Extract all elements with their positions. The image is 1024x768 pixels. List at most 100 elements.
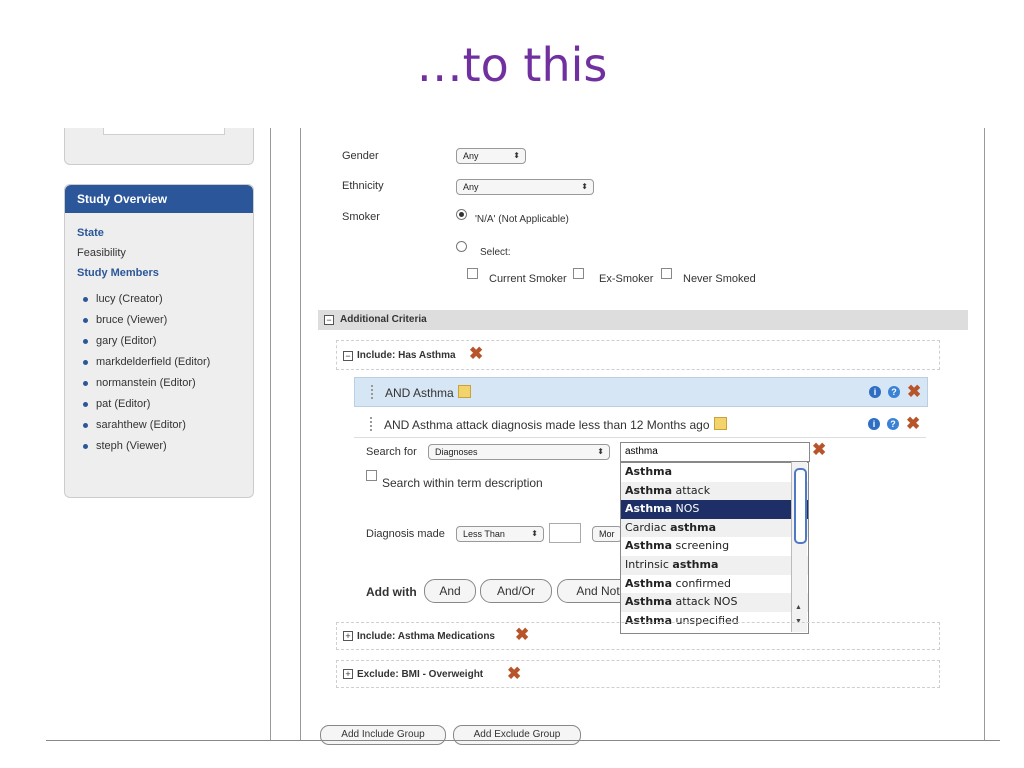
edit-pencil-icon[interactable] <box>457 385 471 398</box>
study-overview-panel: Study Overview State Feasibility Study M… <box>64 184 254 498</box>
member-list-item: bruce (Viewer) <box>77 310 253 331</box>
and-button[interactable]: And <box>424 579 476 603</box>
help-icon[interactable]: ? <box>888 386 900 398</box>
autocomplete-list: Asthma Asthma attack Asthma NOS Cardiac ast… <box>620 462 809 634</box>
option-match: Asthma <box>625 483 673 497</box>
smoker-radio-select[interactable] <box>456 241 467 252</box>
scroll-thumb[interactable] <box>794 468 807 544</box>
bullet-icon <box>83 297 88 302</box>
autocomplete-option[interactable]: Asthma <box>621 463 808 482</box>
autocomplete-option[interactable]: Asthma NOS <box>621 500 808 519</box>
group-header-bmi-overweight: + Exclude: BMI - Overweight ✖ <box>336 660 940 688</box>
info-icon[interactable]: i <box>869 386 881 398</box>
bullet-icon <box>83 360 88 365</box>
add-include-group-button[interactable]: Add Include Group <box>320 725 446 745</box>
edit-pencil-icon[interactable] <box>713 417 727 430</box>
clear-search-icon[interactable]: ✖ <box>812 441 826 458</box>
bullet-icon <box>83 339 88 344</box>
group-title: Include: Has Asthma <box>357 350 456 361</box>
member-list-item: gary (Editor) <box>77 331 253 352</box>
member-list-item: pat (Editor) <box>77 394 253 415</box>
autocomplete-option[interactable]: Asthma screening <box>621 537 808 556</box>
ethnicity-select[interactable]: Any ⬍ <box>456 179 594 195</box>
member-name: sarahthew (Editor) <box>96 419 186 431</box>
remove-group-icon[interactable]: ✖ <box>515 626 529 643</box>
group-title: Exclude: BMI - Overweight <box>357 669 484 680</box>
sidebar-top-panel <box>64 128 254 165</box>
remove-criteria-icon[interactable]: ✖ <box>906 415 920 432</box>
search-description-label: Search within term description <box>382 476 543 490</box>
criteria-row[interactable]: AND Asthma i ? ✖ <box>354 377 928 407</box>
option-match: Asthma <box>625 465 673 478</box>
gender-select[interactable]: Any ⬍ <box>456 148 526 164</box>
diagnosis-amount-input[interactable] <box>549 523 581 543</box>
additional-criteria-title: Additional Criteria <box>340 314 427 325</box>
criteria-text: AND Asthma attack diagnosis made less th… <box>384 417 727 432</box>
info-icon[interactable]: i <box>868 418 880 430</box>
add-exclude-group-button[interactable]: Add Exclude Group <box>453 725 581 745</box>
remove-criteria-icon[interactable]: ✖ <box>907 383 921 400</box>
drag-handle-icon[interactable] <box>370 417 374 431</box>
bullet-icon <box>83 318 88 323</box>
autocomplete-option[interactable]: Asthma attack <box>621 481 808 501</box>
sidebar-link-state[interactable]: State <box>65 223 253 243</box>
group-header-asthma-medications: + Include: Asthma Medications <box>336 622 940 650</box>
criteria-text: AND Asthma <box>385 385 471 400</box>
autocomplete-option[interactable]: Asthma attack NOS <box>621 593 808 612</box>
autocomplete-option[interactable]: Cardiac asthma <box>621 518 808 538</box>
member-name: bruce (Viewer) <box>96 314 168 326</box>
option-suffix: attack NOS <box>672 595 738 609</box>
autocomplete-option[interactable]: Intrinsic asthma <box>621 555 808 575</box>
remove-group-icon[interactable]: ✖ <box>507 665 521 682</box>
group-title: Include: Asthma Medications <box>357 631 495 642</box>
bullet-icon <box>83 402 88 407</box>
search-input[interactable] <box>620 442 810 462</box>
ex-smoker-label: Ex-Smoker <box>599 273 654 285</box>
smoker-option-na: 'N/A' (Not Applicable) <box>475 214 569 225</box>
search-description-checkbox[interactable] <box>366 470 377 481</box>
smoker-radio-na[interactable] <box>456 209 467 220</box>
member-name: steph (Viewer) <box>96 440 167 452</box>
drag-handle-icon[interactable] <box>371 385 375 399</box>
time-unit-select[interactable]: Mor <box>592 526 622 542</box>
expand-icon[interactable]: + <box>343 631 353 641</box>
current-smoker-label: Current Smoker <box>489 273 567 285</box>
option-suffix: screening <box>672 539 730 553</box>
remove-group-icon[interactable]: ✖ <box>469 345 483 362</box>
search-type-select[interactable]: Diagnoses ⬍ <box>428 444 610 460</box>
select-arrows-icon: ⬍ <box>531 529 538 538</box>
sidebar-link-study-members[interactable]: Study Members <box>65 263 253 283</box>
current-smoker-checkbox[interactable] <box>467 268 478 279</box>
option-suffix: confirmed <box>672 576 732 590</box>
option-prefix: Cardiac <box>625 520 671 534</box>
comparator-select[interactable]: Less Than ⬍ <box>456 526 544 542</box>
bullet-icon <box>83 423 88 428</box>
column-divider <box>984 128 985 740</box>
collapse-icon[interactable]: − <box>343 351 353 361</box>
option-match: asthma <box>672 557 719 571</box>
scroll-up-icon[interactable]: ▲ <box>795 604 802 611</box>
option-suffix: attack <box>672 483 711 497</box>
group-header-has-asthma: − Include: Has Asthma ✖ <box>336 340 940 370</box>
member-list-item: lucy (Creator) <box>77 289 253 310</box>
sidebar-search-input[interactable] <box>103 128 225 135</box>
collapse-icon[interactable]: − <box>324 315 334 325</box>
member-list-item: steph (Viewer) <box>77 436 253 457</box>
help-icon[interactable]: ? <box>887 418 899 430</box>
autocomplete-scrollbar[interactable]: ▲ ▼ <box>791 462 807 632</box>
expand-icon[interactable]: + <box>343 669 353 679</box>
gender-label: Gender <box>342 150 379 162</box>
criteria-row[interactable]: AND Asthma attack diagnosis made less th… <box>354 410 926 438</box>
option-prefix: Intrinsic <box>625 557 673 571</box>
and-or-button[interactable]: And/Or <box>480 579 552 603</box>
member-name: normanstein (Editor) <box>96 377 196 389</box>
study-overview-heading: Study Overview <box>65 185 253 213</box>
option-match: asthma <box>670 520 717 534</box>
additional-criteria-bar[interactable]: − Additional Criteria <box>318 310 968 330</box>
ex-smoker-checkbox[interactable] <box>573 268 584 279</box>
autocomplete-option[interactable]: Asthma confirmed <box>621 575 808 594</box>
select-arrows-icon: ⬍ <box>513 151 520 160</box>
option-match: Asthma <box>625 539 673 553</box>
sidebar-link-feasibility[interactable]: Feasibility <box>65 243 253 263</box>
never-smoked-checkbox[interactable] <box>661 268 672 279</box>
